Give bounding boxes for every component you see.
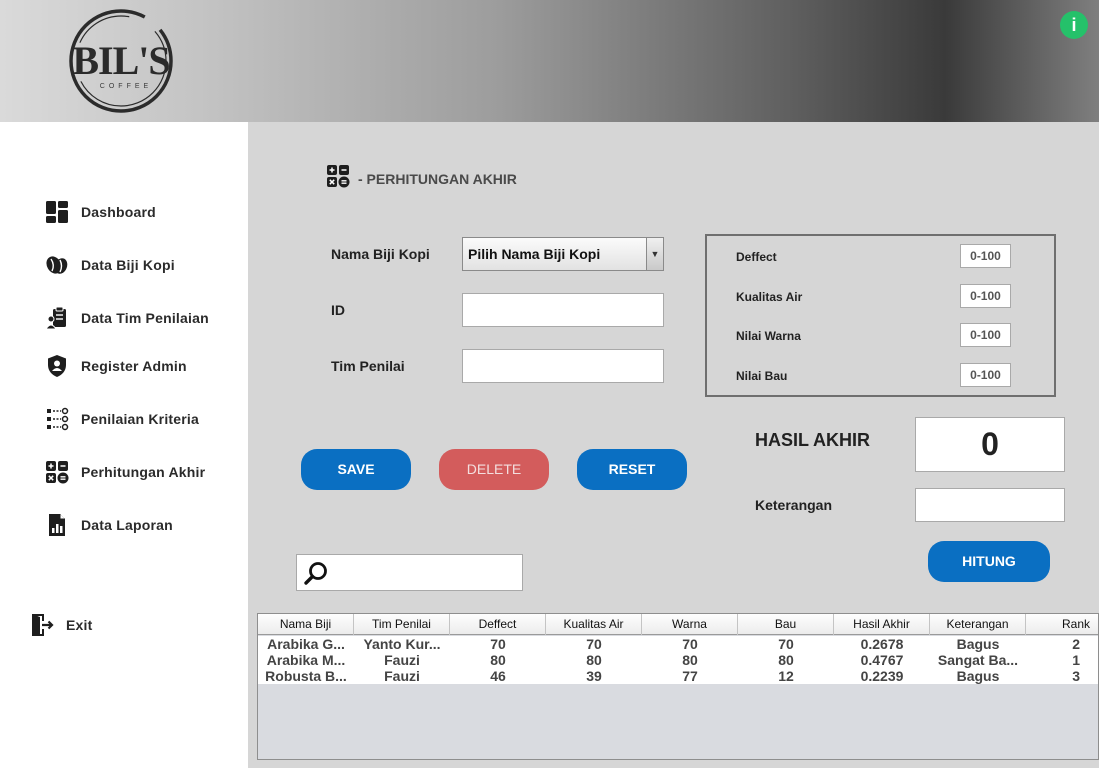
nilai-warna-field[interactable]: 0-100 (960, 323, 1011, 347)
delete-button[interactable]: DELETE (439, 449, 549, 490)
sidebar-item-data-laporan[interactable]: Data Laporan (44, 512, 173, 538)
team-clipboard-icon (44, 305, 70, 331)
column-header[interactable]: Nama Biji (258, 614, 354, 635)
page-title: - PERHITUNGAN AKHIR (326, 164, 517, 193)
table-row[interactable]: Robusta B... Fauzi 46 39 77 12 0.2239 Ba… (258, 668, 1098, 684)
calculator-icon (44, 459, 70, 485)
nilai-bau-field[interactable]: 0-100 (960, 363, 1011, 387)
id-label: ID (331, 302, 345, 318)
table-cell: 80 (490, 652, 506, 668)
table-header: Nama Biji Tim Penilai Deffect Kualitas A… (258, 614, 1098, 635)
table-cell: Fauzi (384, 668, 420, 684)
sidebar-item-label: Dashboard (81, 204, 156, 220)
exit-button[interactable]: Exit (29, 612, 92, 638)
criteria-label-nilai-bau: Nilai Bau (736, 369, 788, 383)
save-button[interactable]: SAVE (301, 449, 411, 490)
column-header[interactable]: Hasil Akhir (834, 614, 930, 635)
table-cell: Bagus (956, 636, 1000, 652)
table-cell: 70 (586, 636, 602, 652)
table-row[interactable]: Arabika G... Yanto Kur... 70 70 70 70 0.… (258, 636, 1098, 652)
logo-text: BIL'S (72, 38, 169, 83)
kualitas-air-field[interactable]: 0-100 (960, 284, 1011, 308)
select-value: Pilih Nama Biji Kopi (468, 246, 601, 262)
table-cell: Yanto Kur... (363, 636, 441, 652)
table-cell: 70 (682, 636, 698, 652)
chevron-down-icon[interactable]: ▼ (646, 238, 663, 270)
table-cell: 0.2239 (860, 668, 904, 684)
nama-biji-kopi-select[interactable]: Pilih Nama Biji Kopi ▼ (462, 237, 664, 271)
table-cell: 70 (490, 636, 506, 652)
table-cell: 12 (778, 668, 794, 684)
keterangan-label: Keterangan (755, 497, 833, 513)
column-header[interactable]: Rank (1026, 614, 1098, 635)
keterangan-field[interactable] (915, 488, 1065, 522)
app-header: BIL'S COFFEE i (0, 0, 1099, 122)
hasil-akhir-value: 0 (915, 417, 1065, 472)
column-header[interactable]: Warna (642, 614, 738, 635)
search-icon (303, 560, 329, 591)
info-icon[interactable]: i (1060, 11, 1088, 39)
criteria-label-nilai-warna: Nilai Warna (736, 329, 801, 343)
logo-subtext: COFFEE (100, 83, 152, 90)
table-cell: 39 (586, 668, 602, 684)
sidebar-item-data-biji-kopi[interactable]: Data Biji Kopi (44, 252, 175, 278)
nama-biji-kopi-label: Nama Biji Kopi (331, 246, 430, 262)
calculator-icon (326, 164, 350, 193)
results-table[interactable]: Nama Biji Tim Penilai Deffect Kualitas A… (257, 613, 1099, 760)
sidebar-item-label: Data Tim Penilaian (81, 310, 209, 326)
sidebar-item-dashboard[interactable]: Dashboard (44, 199, 156, 225)
report-icon (44, 512, 70, 538)
table-cell: 46 (490, 668, 506, 684)
coffee-bean-icon (44, 252, 70, 278)
sidebar-item-register-admin[interactable]: Register Admin (44, 353, 187, 379)
tim-penilai-label: Tim Penilai (331, 358, 405, 374)
table-cell: 1 (1072, 652, 1080, 668)
column-header[interactable]: Keterangan (930, 614, 1026, 635)
table-cell: 80 (682, 652, 698, 668)
bils-coffee-logo: BIL'S COFFEE (69, 9, 173, 113)
hitung-button[interactable]: HITUNG (928, 541, 1050, 582)
table-cell: 2 (1072, 636, 1080, 652)
table-cell: Arabika M... (266, 652, 346, 668)
dashboard-icon (44, 199, 70, 225)
table-cell: Fauzi (384, 652, 420, 668)
column-header[interactable]: Tim Penilai (354, 614, 450, 635)
sidebar-item-label: Penilaian Kriteria (81, 411, 199, 427)
hasil-akhir-label: HASIL AKHIR (755, 430, 871, 450)
table-cell: 70 (778, 636, 794, 652)
shield-user-icon (44, 353, 70, 379)
column-header[interactable]: Kualitas Air (546, 614, 642, 635)
criteria-list-icon (44, 406, 70, 432)
table-cell: 0.4767 (860, 652, 904, 668)
table-cell: Robusta B... (265, 668, 347, 684)
criteria-label-kualitas-air: Kualitas Air (736, 290, 803, 304)
exit-icon (29, 612, 55, 638)
sidebar-item-penilaian-kriteria[interactable]: Penilaian Kriteria (44, 406, 199, 432)
table-cell: 80 (778, 652, 794, 668)
tim-penilai-field[interactable] (462, 349, 664, 383)
table-cell: Sangat Ba... (937, 652, 1019, 668)
sidebar-item-label: Data Laporan (81, 517, 173, 533)
table-row[interactable]: Arabika M... Fauzi 80 80 80 80 0.4767 Sa… (258, 652, 1098, 668)
column-header[interactable]: Deffect (450, 614, 546, 635)
deffect-field[interactable]: 0-100 (960, 244, 1011, 268)
table-cell: 77 (682, 668, 698, 684)
table-cell: 3 (1072, 668, 1080, 684)
sidebar-item-label: Perhitungan Akhir (81, 464, 206, 480)
column-header[interactable]: Bau (738, 614, 834, 635)
reset-button[interactable]: RESET (577, 449, 687, 490)
table-cell: 0.2678 (860, 636, 904, 652)
exit-label: Exit (66, 617, 93, 633)
search-input[interactable] (296, 554, 523, 591)
id-field[interactable] (462, 293, 664, 327)
table-cell: Arabika G... (267, 636, 345, 652)
sidebar-item-label: Register Admin (81, 358, 187, 374)
criteria-label-deffect: Deffect (736, 250, 777, 264)
sidebar-item-data-tim-penilaian[interactable]: Data Tim Penilaian (44, 305, 209, 331)
sidebar-item-label: Data Biji Kopi (81, 257, 175, 273)
table-cell: Bagus (956, 668, 1000, 684)
page-title-text: - PERHITUNGAN AKHIR (358, 170, 517, 187)
sidebar-item-perhitungan-akhir[interactable]: Perhitungan Akhir (44, 459, 205, 485)
table-cell: 80 (586, 652, 602, 668)
